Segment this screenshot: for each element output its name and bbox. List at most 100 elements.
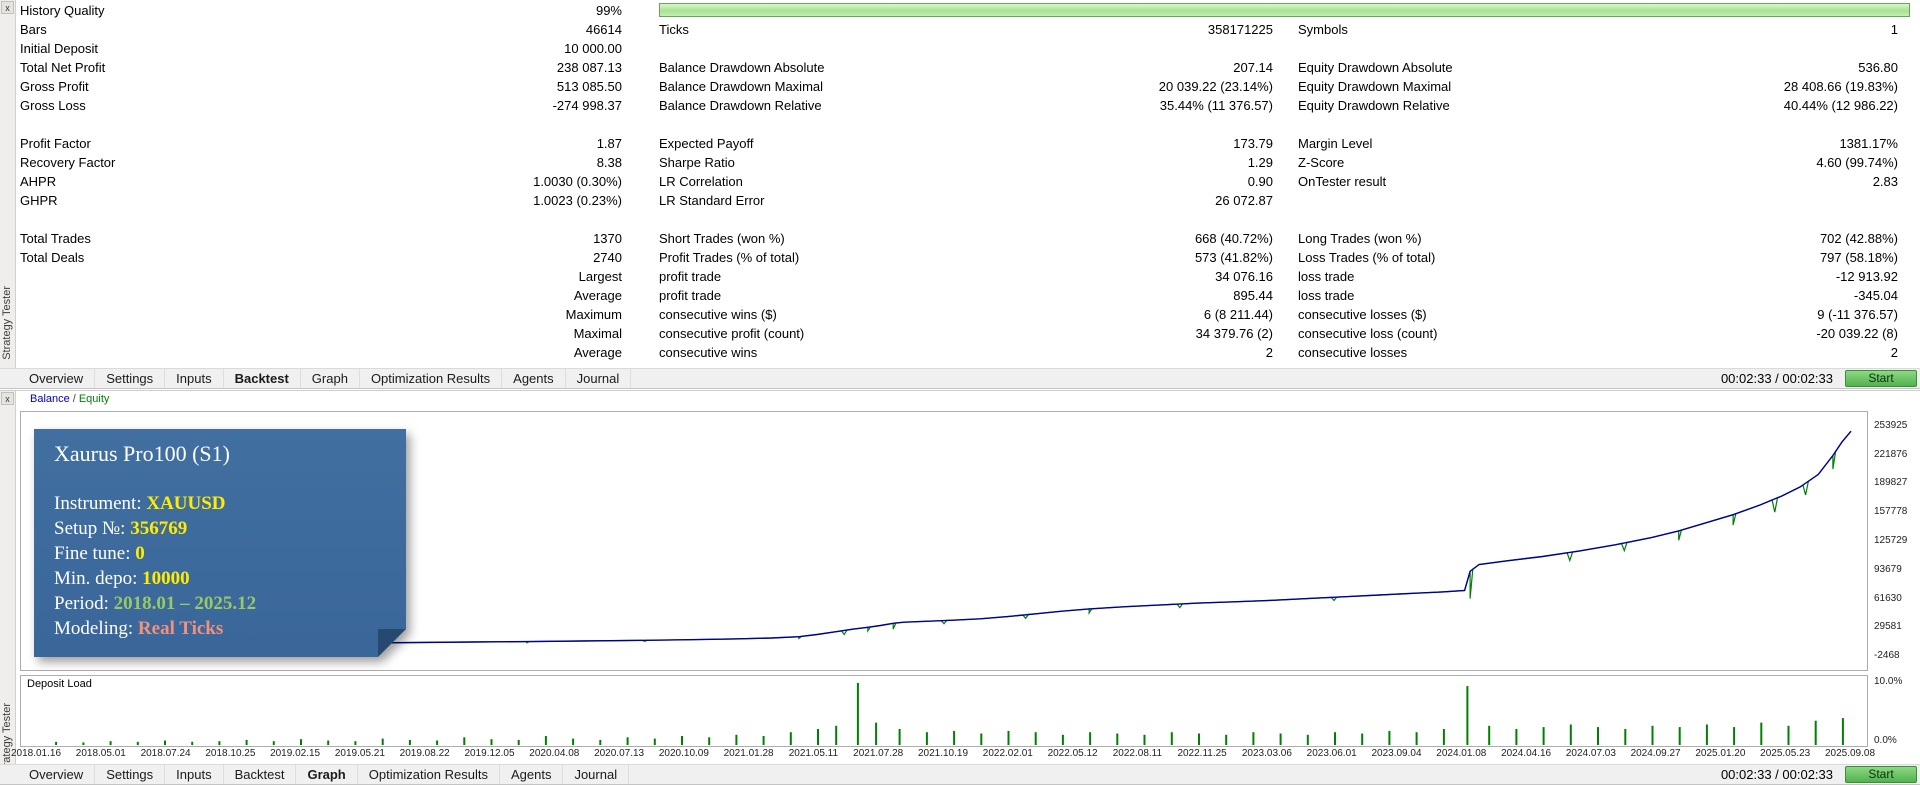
report-value: 1.87 [596, 136, 622, 151]
x-axis-label: 2018.01.16 [10, 748, 62, 759]
tab-optimization-results[interactable]: Optimization Results [358, 765, 500, 784]
x-axis-label: 2023.03.06 [1241, 748, 1292, 759]
deposit-bar [490, 739, 493, 745]
x-axis-label: 2022.08.11 [1112, 748, 1163, 759]
deposit-bar [1466, 686, 1469, 745]
report-label: Short Trades (won %) [659, 231, 785, 246]
tester-time: 00:02:33 / 00:02:33 [1720, 371, 1833, 386]
x-axis-label: 2020.10.09 [658, 748, 709, 759]
deposit-bar [544, 736, 547, 745]
report-label: Gross Profit [20, 79, 89, 94]
x-axis-label: 2021.05.11 [788, 748, 839, 759]
deposit-bar [1252, 732, 1255, 745]
tab-inputs[interactable]: Inputs [165, 765, 224, 784]
deposit-bar [1279, 733, 1282, 745]
x-axis-label: 2021.07.28 [853, 748, 904, 759]
tab-backtest[interactable]: Backtest [224, 369, 301, 388]
report-row: Total Net Profit 238 087.13 Balance Drawdo… [16, 58, 1920, 77]
chart-legend: Balance / Equity [30, 393, 109, 405]
report-value: 895.44 [1233, 288, 1273, 303]
report-value: 0.90 [1247, 174, 1273, 189]
report-row: Bars 46614 Ticks 358171225 Symbols 1 [16, 20, 1920, 39]
x-axis-label: 2020.04.08 [529, 748, 580, 759]
report-value: 40.44% (12 986.22) [1783, 98, 1898, 113]
tab-backtest[interactable]: Backtest [224, 765, 297, 784]
tab-agents[interactable]: Agents [500, 765, 564, 784]
report-value: 2740 [593, 250, 622, 265]
report-value: Average [573, 288, 622, 303]
close-icon[interactable]: x [1, 1, 14, 14]
deposit-bar [136, 741, 139, 745]
tab-graph[interactable]: Graph [301, 369, 360, 388]
deposit-bar [1143, 734, 1146, 745]
tab-settings[interactable]: Settings [95, 765, 166, 784]
deposit-bar [856, 682, 859, 745]
start-button[interactable]: Start [1845, 766, 1917, 783]
info-box-line: Instrument: XAUUSD [54, 493, 226, 514]
report-label: Initial Deposit [20, 41, 99, 56]
deposit-bar [1089, 732, 1092, 745]
tab-journal[interactable]: Journal [566, 369, 632, 388]
report-label: consecutive loss (count) [1298, 326, 1438, 341]
report-label: Equity Drawdown Relative [1298, 98, 1450, 113]
tab-inputs[interactable]: Inputs [165, 369, 224, 388]
report-value: 1.0023 (0.23%) [533, 193, 622, 208]
report-label: consecutive profit (count) [659, 326, 805, 341]
tab-overview[interactable]: Overview [18, 369, 96, 388]
report-label: Balance Drawdown Relative [659, 98, 822, 113]
report-value: 173.79 [1233, 136, 1273, 151]
start-button[interactable]: Start [1845, 370, 1917, 387]
deposit-bar [653, 738, 656, 745]
report-value: Maximal [573, 326, 622, 341]
report-row: Maximal consecutive profit (count) 34 379.… [16, 324, 1920, 343]
y-axis-label: 189827 [1874, 477, 1908, 489]
tab-graph[interactable]: Graph [296, 765, 358, 784]
tab-optimization-results[interactable]: Optimization Results [360, 369, 503, 388]
report-row: History Quality 99% [16, 1, 1920, 20]
report-value: 1.29 [1247, 155, 1273, 170]
legend-balance: Balance [30, 393, 70, 405]
chart-x-axis: 2018.01.16 2018.05.01 2018.07.24 2018.10.25… [11, 748, 1875, 762]
tab-agents[interactable]: Agents [502, 369, 566, 388]
tab-bar-bottom: Overview Settings Inputs Backtest Graph Optim… [0, 764, 1920, 785]
deposit-bar [300, 739, 302, 745]
deposit-bar [875, 722, 878, 745]
report-value: 6 (8 211.44) [1203, 307, 1273, 322]
tab-bar-top: Overview Settings Inputs Backtest Graph Optim… [0, 368, 1920, 389]
deposit-bar [789, 732, 792, 745]
report-value: 34 379.76 (2) [1195, 326, 1273, 341]
report-value: Largest [578, 269, 622, 284]
deposit-bar [354, 741, 357, 745]
deposit-bar [327, 740, 330, 745]
x-axis-label: 2020.07.13 [594, 748, 645, 759]
y-axis-label: 29581 [1874, 621, 1902, 633]
report-value: 99% [595, 3, 622, 18]
report-row: AHPR 1.0030 (0.30%) LR Correlation 0.90 OnTe… [16, 172, 1920, 191]
report-value: 9 (-11 376.57) [1817, 307, 1898, 322]
deposit-bar [735, 734, 738, 745]
report-value: -12 913.92 [1835, 269, 1898, 284]
deposit-bar [245, 739, 248, 745]
tab-journal[interactable]: Journal [563, 765, 630, 784]
deposit-max-label: 10.0% [1874, 676, 1903, 687]
report-label: profit trade [659, 269, 722, 284]
report-label: LR Standard Error [659, 193, 765, 208]
report-label: consecutive losses ($) [1298, 307, 1427, 322]
deposit-bar [1225, 734, 1228, 745]
info-box-title: Xaurus Pro100 (S1) [54, 441, 230, 466]
deposit-bar [1569, 724, 1572, 745]
tab-settings[interactable]: Settings [95, 369, 166, 388]
close-icon[interactable]: x [1, 392, 14, 405]
tab-overview[interactable]: Overview [18, 765, 96, 784]
report-label: Z-Score [1298, 155, 1345, 170]
deposit-load-chart[interactable]: Deposit Load [20, 675, 1868, 747]
x-axis-label: 2022.02.01 [982, 748, 1033, 759]
report-label: profit trade [659, 288, 722, 303]
x-axis-label: 2021.10.19 [917, 748, 969, 759]
deposit-bar [681, 736, 683, 745]
info-box: Xaurus Pro100 (S1) Instrument: XAUUSD Set… [34, 429, 406, 657]
report-label: Profit Trades (% of total) [659, 250, 800, 265]
deposit-bar [1388, 730, 1391, 745]
x-axis-label: 2019.12.05 [464, 748, 515, 759]
y-axis-label: 125729 [1874, 534, 1908, 546]
